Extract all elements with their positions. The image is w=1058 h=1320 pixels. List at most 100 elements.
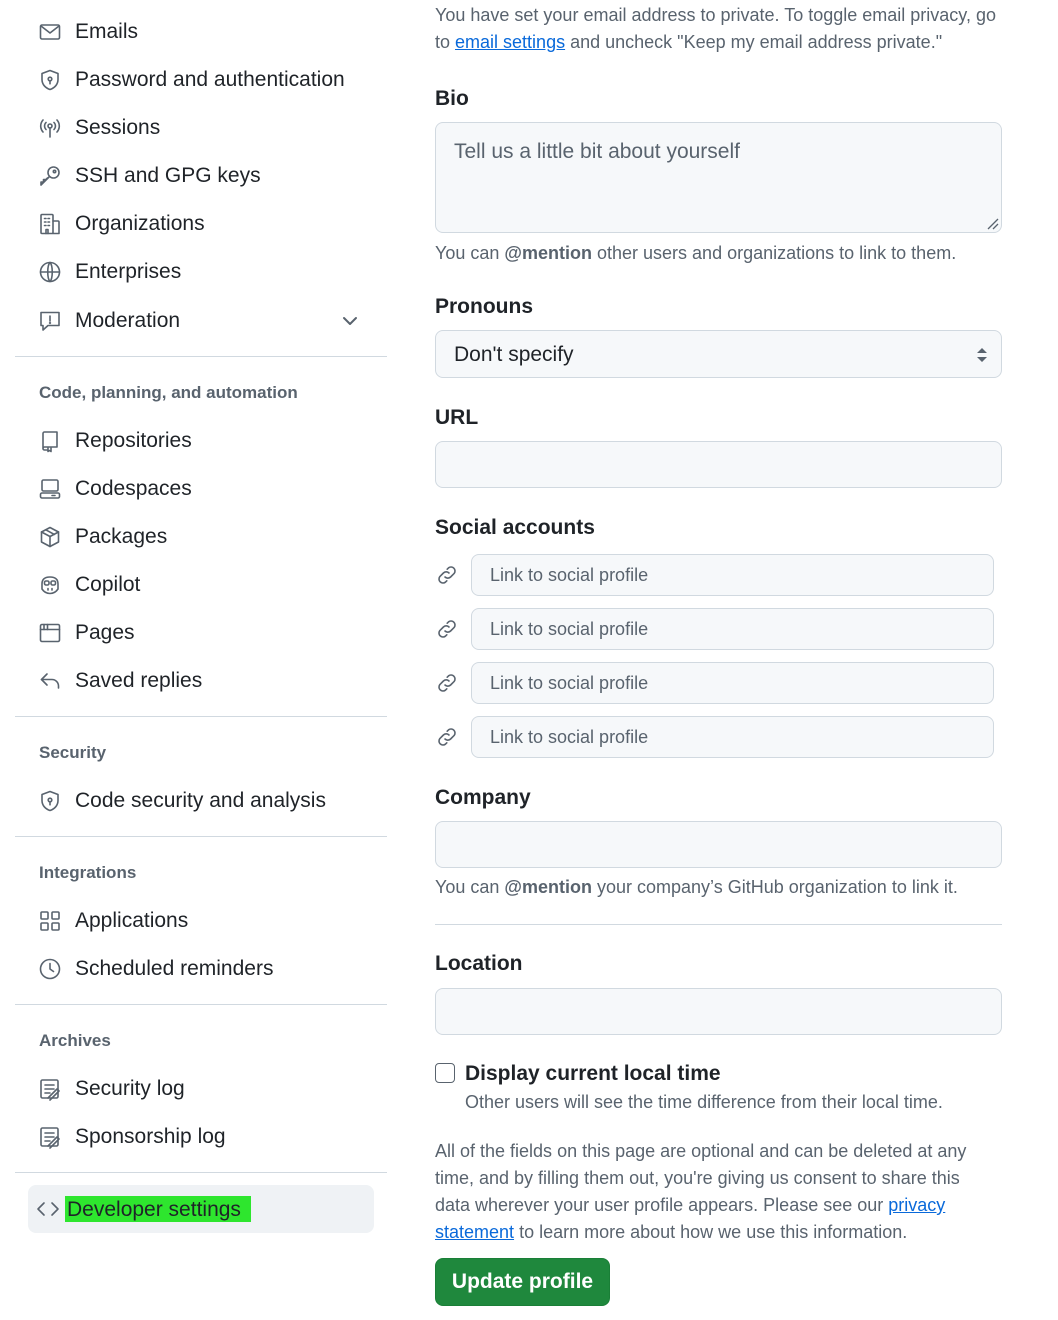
- resize-grip-icon[interactable]: [985, 216, 999, 230]
- repo-icon: [37, 428, 63, 454]
- sidebar-section-heading: Code, planning, and automation: [39, 383, 298, 402]
- sidebar-item-label: Organizations: [75, 212, 205, 235]
- bio-help-text: You can @mention other users and organiz…: [435, 240, 1005, 267]
- local-time-checkbox[interactable]: [435, 1063, 455, 1083]
- sidebar-divider: [15, 1172, 387, 1173]
- sidebar-item-label: Sessions: [75, 116, 161, 139]
- sidebar-item-codespaces[interactable]: Codespaces: [28, 467, 374, 511]
- sidebar-item-enterprises[interactable]: Enterprises: [28, 250, 374, 294]
- disclaimer-text: data wherever your user profile appears.…: [435, 1195, 884, 1215]
- sidebar-item-security-log[interactable]: Security log: [28, 1067, 374, 1111]
- pronouns-select[interactable]: Don't specify: [435, 330, 1002, 378]
- sidebar-section-heading: Archives: [39, 1031, 111, 1050]
- social-account-row: Link to social profile: [435, 554, 1002, 596]
- company-input[interactable]: [435, 821, 1002, 868]
- social-profile-input[interactable]: Link to social profile: [471, 662, 994, 704]
- privacy-statement-link[interactable]: statement: [435, 1222, 514, 1242]
- chevron-down-icon[interactable]: [338, 309, 362, 333]
- help-text: You can: [435, 877, 500, 897]
- clock-icon: [37, 956, 63, 982]
- location-label: Location: [435, 952, 523, 975]
- help-text: other users and organizations to link to…: [597, 243, 957, 263]
- sidebar-divider: [15, 356, 387, 357]
- pronouns-selected-value: Don't specify: [454, 343, 574, 366]
- log-icon: [37, 1124, 63, 1150]
- sidebar-section-heading: Integrations: [39, 863, 137, 882]
- copilot-icon: [37, 572, 63, 598]
- sidebar-item-copilot[interactable]: Copilot: [28, 563, 374, 607]
- sidebar-item-packages[interactable]: Packages: [28, 515, 374, 559]
- apps-icon: [37, 908, 63, 934]
- sidebar-item-developer-settings[interactable]: Developer settings: [28, 1185, 374, 1233]
- sidebar-item-label: Packages: [75, 525, 168, 548]
- sidebar-item-emails[interactable]: Emails: [28, 10, 374, 54]
- email-settings-link[interactable]: email settings: [455, 32, 565, 52]
- shield-lock-icon: [37, 67, 63, 93]
- sidebar-item-sponsorship-log[interactable]: Sponsorship log: [28, 1115, 374, 1159]
- sidebar-section-heading: Security: [39, 743, 107, 762]
- bio-placeholder: Tell us a little bit about yourself: [454, 140, 740, 163]
- location-input[interactable]: [435, 988, 1002, 1035]
- social-account-row: Link to social profile: [435, 662, 1002, 704]
- sidebar-item-label: Password and authentication: [75, 68, 345, 91]
- broadcast-icon: [37, 115, 63, 141]
- sidebar-item-label: Code security and analysis: [75, 789, 326, 812]
- sidebar-item-label: Developer settings: [65, 1196, 251, 1222]
- privacy-statement-link[interactable]: privacy: [888, 1195, 945, 1215]
- sidebar-divider: [15, 716, 387, 717]
- codespaces-icon: [37, 476, 63, 502]
- url-label: URL: [435, 406, 479, 429]
- globe-icon: [37, 259, 63, 285]
- sidebar-item-moderation[interactable]: Moderation: [28, 299, 374, 343]
- mention-text: @mention: [504, 243, 592, 263]
- link-icon: [435, 617, 459, 641]
- bio-label: Bio: [435, 87, 469, 110]
- disclaimer-text: All of the fields on this page are optio…: [435, 1141, 967, 1161]
- disclaimer-text: to learn more about how we use this info…: [519, 1222, 908, 1242]
- link-icon: [435, 563, 459, 587]
- social-account-row: Link to social profile: [435, 716, 1002, 758]
- optional-fields-disclaimer: All of the fields on this page are optio…: [435, 1138, 1010, 1246]
- bio-textarea[interactable]: Tell us a little bit about yourself: [435, 122, 1002, 233]
- update-profile-button[interactable]: Update profile: [435, 1258, 610, 1306]
- help-text: your company’s GitHub organization to li…: [597, 877, 958, 897]
- email-note-text: to: [435, 32, 451, 52]
- mail-icon: [37, 19, 63, 45]
- sidebar-item-sessions[interactable]: Sessions: [28, 106, 374, 150]
- sidebar-item-organizations[interactable]: Organizations: [28, 202, 374, 246]
- code-icon: [35, 1196, 61, 1222]
- sidebar-item-label: Enterprises: [75, 260, 182, 283]
- sidebar-item-pages[interactable]: Pages: [28, 611, 374, 655]
- social-accounts-label: Social accounts: [435, 516, 595, 539]
- help-text: You can: [435, 243, 500, 263]
- settings-sidebar: Emails Password and authentication Sessi…: [0, 0, 400, 1320]
- social-profile-input[interactable]: Link to social profile: [471, 554, 994, 596]
- sidebar-item-label: Security log: [75, 1077, 185, 1100]
- browser-icon: [37, 620, 63, 646]
- sidebar-item-repositories[interactable]: Repositories: [28, 419, 374, 463]
- key-icon: [37, 163, 63, 189]
- social-profile-input[interactable]: Link to social profile: [471, 716, 994, 758]
- sidebar-item-label: Sponsorship log: [75, 1125, 226, 1148]
- company-label: Company: [435, 786, 531, 809]
- form-divider: [435, 924, 1002, 925]
- social-profile-input[interactable]: Link to social profile: [471, 608, 994, 650]
- sidebar-item-password[interactable]: Password and authentication: [28, 58, 374, 102]
- url-input[interactable]: [435, 441, 1002, 488]
- social-placeholder: Link to social profile: [490, 565, 649, 585]
- social-placeholder: Link to social profile: [490, 619, 649, 639]
- company-help-text: You can @mention your company’s GitHub o…: [435, 874, 1005, 901]
- link-icon: [435, 671, 459, 695]
- sidebar-item-applications[interactable]: Applications: [28, 899, 374, 943]
- pronouns-label: Pronouns: [435, 295, 533, 318]
- sidebar-item-scheduled-reminders[interactable]: Scheduled reminders: [28, 947, 374, 991]
- sidebar-item-label: Emails: [75, 20, 139, 43]
- local-time-label[interactable]: Display current local time: [465, 1062, 721, 1086]
- link-icon: [435, 725, 459, 749]
- sidebar-item-saved-replies[interactable]: Saved replies: [28, 659, 374, 703]
- sidebar-item-code-security[interactable]: Code security and analysis: [28, 779, 374, 823]
- select-arrows-icon: [977, 348, 987, 362]
- sidebar-item-label: Applications: [75, 909, 189, 932]
- sidebar-item-ssh-gpg[interactable]: SSH and GPG keys: [28, 154, 374, 198]
- sidebar-divider: [15, 1004, 387, 1005]
